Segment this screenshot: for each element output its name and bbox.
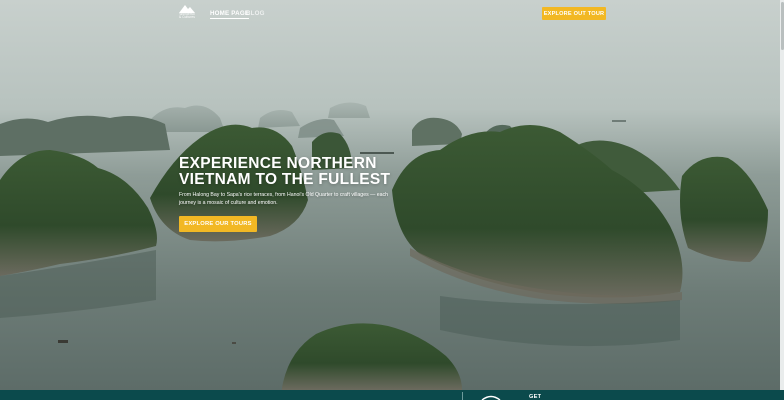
nav-link-home-page[interactable]: HOME PAGE (210, 10, 250, 19)
nav-link-blog[interactable]: BLOG (246, 10, 265, 17)
arch-icon (481, 395, 501, 400)
top-navigation: Wonderful & Cultures HOME PAGE BLOG EXPL… (0, 0, 784, 30)
explore-tours-button[interactable]: EXPLORE OUR TOURS (179, 216, 257, 232)
hero-description: From Halong Bay to Sapa's rice terraces,… (179, 192, 388, 206)
scrollbar[interactable] (780, 0, 784, 390)
explore-tour-button[interactable]: EXPLORE OUT TOUR (542, 7, 606, 20)
logo-text-line-2: & Cultures (179, 15, 195, 20)
footer-get-label: GET (529, 394, 542, 400)
footer-strip (0, 390, 784, 400)
site-logo[interactable]: Wonderful & Cultures (176, 4, 198, 22)
hero-title: EXPERIENCE NORTHERN VIETNAM TO THE FULLE… (179, 155, 391, 188)
footer-divider (462, 392, 463, 400)
